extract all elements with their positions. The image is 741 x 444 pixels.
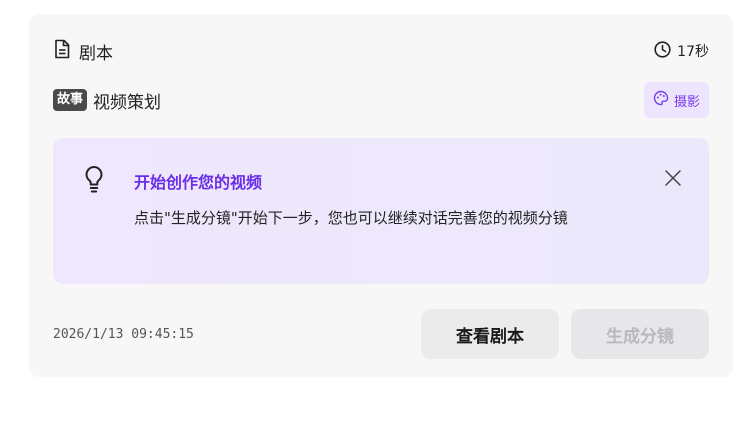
card-footer: 2026/1/13 09:45:15 查看剧本 生成分镜: [53, 309, 709, 359]
generate-storyboard-button[interactable]: 生成分镜: [571, 309, 709, 359]
card-subtitle: 视频策划: [93, 92, 162, 113]
clock-icon: [654, 40, 671, 62]
script-card: 剧本 17秒 故事 视频策划 摄影 开始创作您的视频 点击"生成分镜"开始下一步…: [29, 14, 733, 377]
hint-banner: 开始创作您的视频 点击"生成分镜"开始下一步，您也可以继续对话完善您的视频分镜: [53, 138, 709, 284]
lightbulb-icon: [83, 164, 105, 198]
close-icon[interactable]: [663, 168, 683, 192]
style-chip[interactable]: 摄影: [643, 82, 709, 118]
style-chip-label: 摄影: [673, 94, 700, 110]
duration: 17秒: [654, 40, 709, 62]
hint-body: 点击"生成分镜"开始下一步，您也可以继续对话完善您的视频分镜: [134, 209, 568, 227]
category-tag: 故事: [53, 89, 88, 111]
hint-title: 开始创作您的视频: [134, 173, 263, 192]
document-icon: [53, 39, 71, 63]
duration-label: 17秒: [677, 44, 709, 60]
card-title: 剧本: [79, 43, 113, 64]
card-header: 剧本 17秒: [53, 39, 709, 64]
card-meta: 故事 视频策划 摄影: [53, 82, 709, 118]
view-script-button[interactable]: 查看剧本: [421, 309, 559, 359]
timestamp: 2026/1/13 09:45:15: [53, 326, 194, 342]
palette-icon: [653, 90, 669, 110]
